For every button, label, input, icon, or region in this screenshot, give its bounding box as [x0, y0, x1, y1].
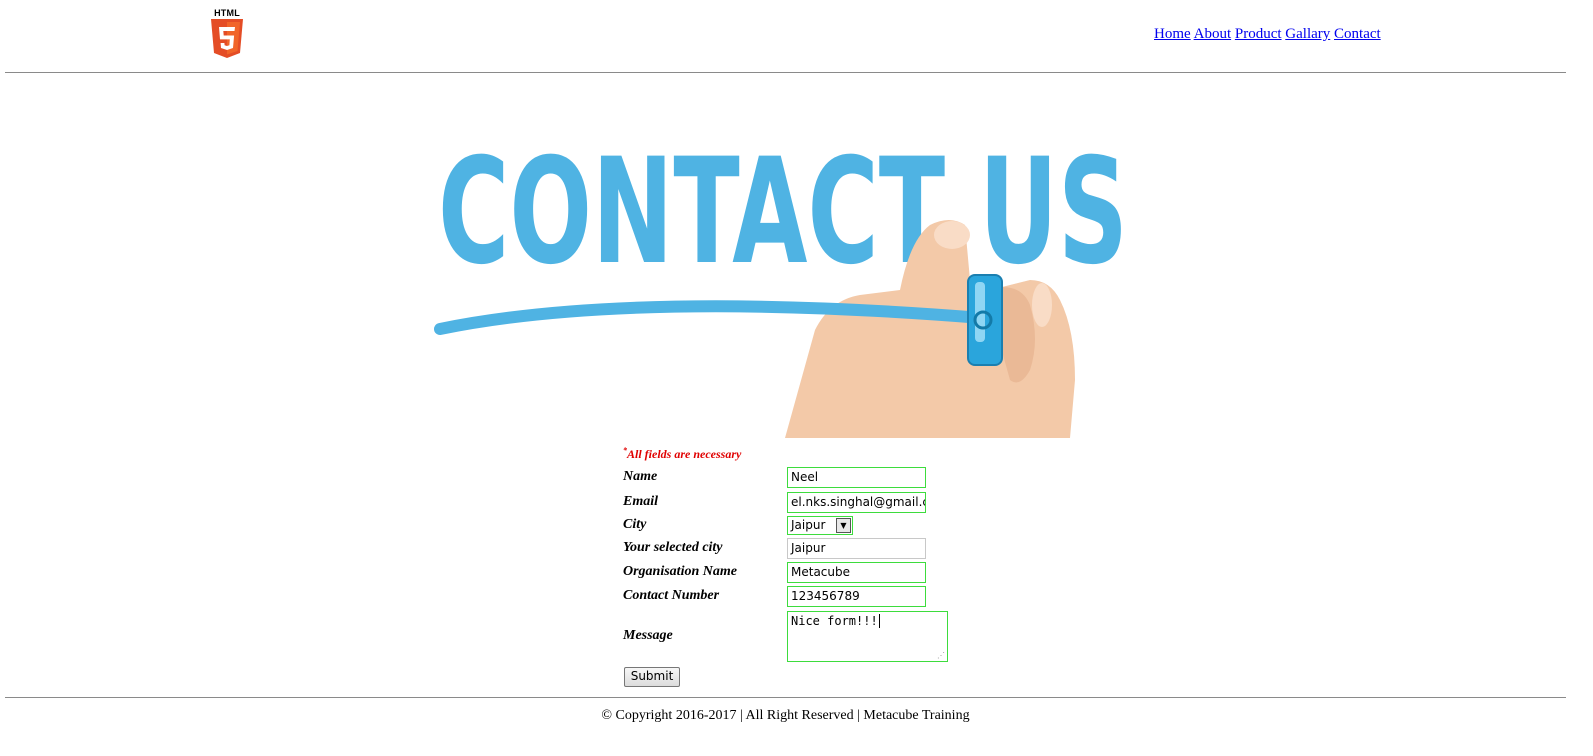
chevron-down-icon[interactable]: ▼ [836, 518, 851, 533]
nav-product-link[interactable]: Product [1235, 26, 1282, 42]
logo-text: HTML [214, 8, 240, 18]
name-input[interactable]: Neel [787, 467, 926, 488]
nav-home-link[interactable]: Home [1154, 26, 1191, 42]
html5-shield-icon [211, 19, 243, 58]
nav-contact-link[interactable]: Contact [1334, 26, 1381, 42]
email-input[interactable]: el.nks.singhal@gmail.com [787, 492, 926, 513]
contact-number-label: Contact Number [623, 588, 720, 603]
main-nav: Home About Product Gallary Contact [1154, 26, 1381, 43]
submit-button[interactable]: Submit [624, 667, 680, 687]
nav-gallary-link[interactable]: Gallary [1285, 26, 1330, 42]
selected-city-input[interactable]: Jaipur [787, 538, 926, 559]
footer-copyright: © Copyright 2016-2017 | All Right Reserv… [601, 708, 970, 723]
footer-divider [5, 697, 1566, 698]
selected-city-label: Your selected city [623, 540, 723, 555]
required-note: *All fields are necessary [623, 446, 741, 462]
contact-number-input[interactable]: 123456789 [787, 586, 926, 607]
message-text: Nice form!!! [791, 614, 878, 628]
city-select[interactable]: Jaipur ▼ [787, 516, 853, 535]
organisation-label: Organisation Name [623, 564, 737, 579]
resize-grip-icon[interactable]: ⋰ [937, 651, 945, 660]
hero-title: CONTACT US [438, 130, 1128, 297]
email-label: Email [623, 494, 659, 509]
contact-us-banner-art: CONTACT US [434, 127, 1128, 438]
message-textarea[interactable]: Nice form!!! ⋰ [787, 611, 948, 662]
header-divider [5, 72, 1566, 73]
nav-about-link[interactable]: About [1194, 26, 1232, 42]
contact-us-banner: CONTACT US [430, 127, 1140, 438]
html5-logo: HTML [208, 8, 246, 60]
message-label: Message [623, 628, 673, 643]
organisation-input[interactable]: Metacube [787, 562, 926, 583]
city-label: City [623, 517, 647, 532]
required-note-text: All fields are necessary [627, 447, 742, 461]
city-select-value: Jaipur [791, 518, 826, 532]
name-label: Name [623, 469, 658, 484]
